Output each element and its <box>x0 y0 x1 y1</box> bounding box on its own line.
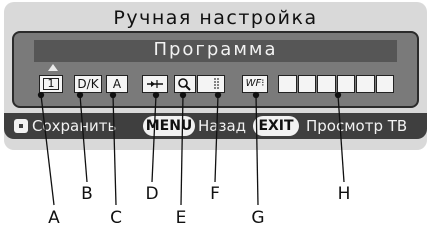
callout-label: B <box>81 184 93 204</box>
callout-label: G <box>251 208 265 228</box>
callout-label: A <box>48 208 60 228</box>
callout-label: H <box>337 184 351 204</box>
callout-label: E <box>175 208 187 228</box>
callout-label: C <box>110 208 122 228</box>
callout-label: D <box>145 184 159 204</box>
callout-label: F <box>210 184 220 204</box>
callout-lines <box>37 91 345 206</box>
